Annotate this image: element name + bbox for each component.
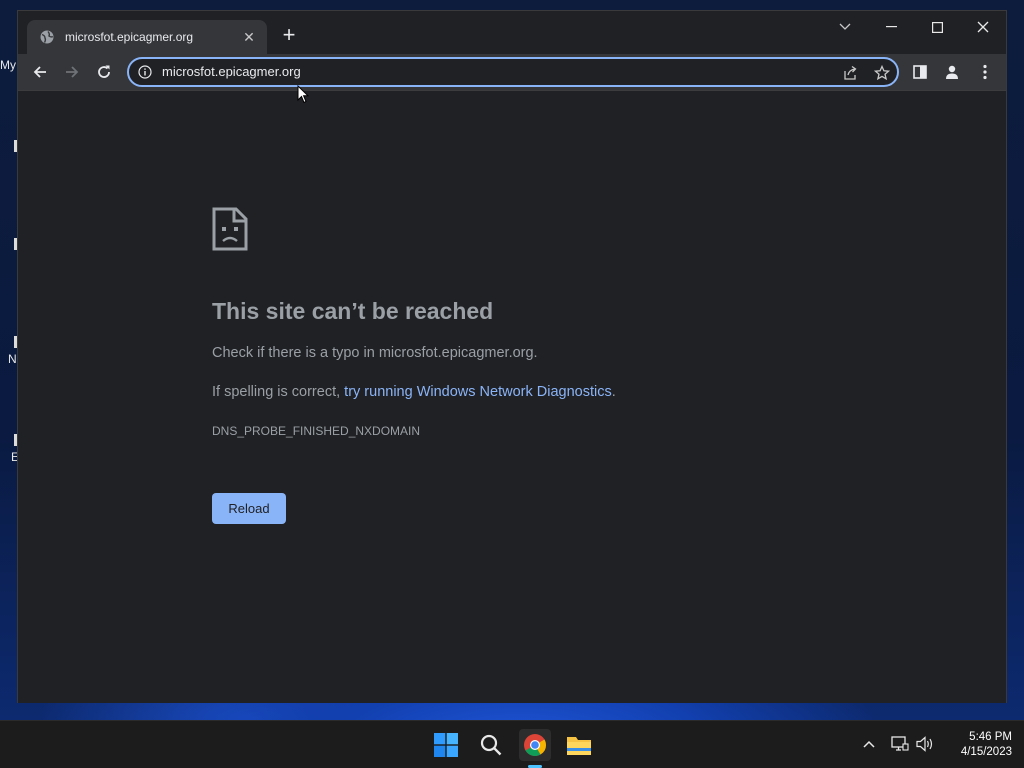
error-code: DNS_PROBE_FINISHED_NXDOMAIN	[212, 424, 421, 438]
volume-icon[interactable]	[916, 735, 934, 753]
chrome-icon[interactable]	[519, 729, 551, 761]
diagnostics-hint: If spelling is correct, try running Wind…	[212, 384, 616, 400]
share-icon[interactable]	[842, 65, 858, 81]
tab-search-icon[interactable]	[823, 15, 867, 39]
tab-close-icon[interactable]: ✕	[241, 29, 257, 46]
diagnostics-link[interactable]: try running Windows Network Diagnostics	[344, 384, 612, 400]
side-panel-icon[interactable]	[906, 58, 934, 86]
reload-button[interactable]: Reload	[212, 493, 286, 524]
diagnostics-prefix: If spelling is correct,	[212, 384, 345, 400]
forward-arrow-icon[interactable]	[58, 58, 86, 86]
browser-window: microsfot.epicagmer.org ✕ + microsfot.ep…	[17, 10, 1007, 703]
tab-title: microsfot.epicagmer.org	[65, 30, 194, 44]
file-explorer-icon[interactable]	[563, 729, 595, 761]
chevron-up-icon[interactable]	[860, 735, 878, 753]
maximize-icon[interactable]	[915, 15, 959, 39]
address-bar[interactable]	[127, 57, 899, 87]
profile-icon[interactable]	[938, 58, 966, 86]
menu-dots-icon[interactable]	[971, 58, 999, 86]
clock-time: 5:46 PM	[969, 731, 1012, 743]
globe-icon	[40, 30, 54, 44]
desktop-icon-label[interactable]: My	[0, 58, 16, 72]
system-clock[interactable]: 5:46 PM 4/15/2023	[944, 730, 1012, 760]
title-bar[interactable]: microsfot.epicagmer.org ✕ +	[18, 11, 1006, 54]
star-icon[interactable]	[874, 65, 890, 81]
browser-tab[interactable]: microsfot.epicagmer.org ✕	[27, 20, 267, 54]
error-title: This site can’t be reached	[212, 298, 494, 324]
network-icon[interactable]	[891, 735, 909, 753]
windows-start-icon[interactable]	[430, 729, 462, 761]
new-tab-button[interactable]: +	[278, 24, 300, 47]
error-page: This site can’t be reached Check if ther…	[18, 90, 1006, 703]
typo-hint: Check if there is a typo in microsfot.ep…	[212, 345, 538, 361]
reload-icon[interactable]	[90, 58, 118, 86]
sad-document-icon	[212, 207, 248, 251]
clock-date: 4/15/2023	[960, 746, 1012, 758]
close-icon[interactable]	[961, 15, 1005, 39]
taskbar: 5:46 PM 4/15/2023	[0, 720, 1024, 768]
search-icon[interactable]	[475, 729, 507, 761]
desktop-icon-label[interactable]: N	[8, 352, 17, 366]
info-icon[interactable]	[138, 65, 152, 79]
diagnostics-suffix: .	[611, 384, 616, 400]
minimize-icon[interactable]	[869, 15, 913, 39]
address-input[interactable]	[162, 64, 822, 79]
mouse-cursor-icon	[297, 85, 309, 104]
browser-toolbar	[18, 54, 1006, 90]
back-arrow-icon[interactable]	[26, 58, 54, 86]
